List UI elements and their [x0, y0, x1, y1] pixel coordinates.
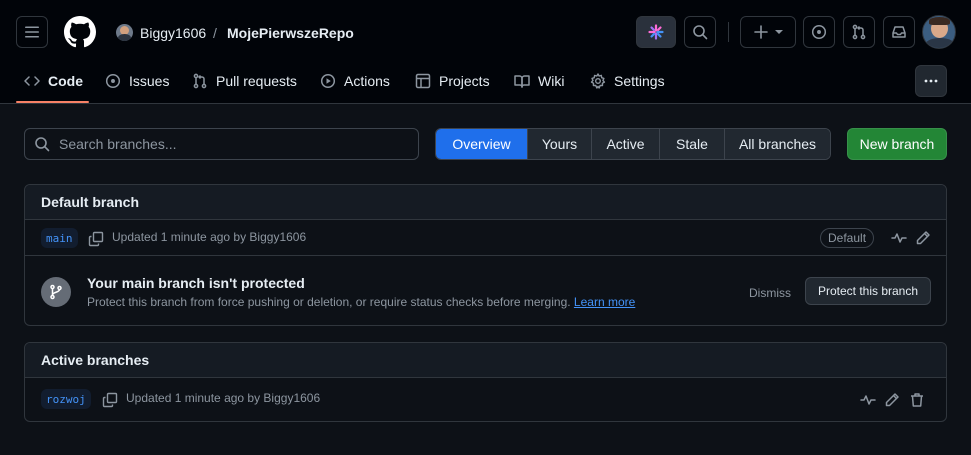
active-branches-heading: Active branches — [25, 343, 946, 378]
learn-more-link[interactable]: Learn more — [574, 295, 635, 309]
pull-requests-button[interactable] — [843, 16, 875, 48]
pull-request-icon — [193, 73, 207, 89]
hamburger-icon — [25, 26, 39, 38]
protection-warning-text: Protect this branch from force pushing o… — [87, 295, 635, 309]
branch-name-link[interactable]: rozwoj — [41, 389, 91, 409]
protection-description: Protect this branch from force pushing o… — [87, 295, 571, 309]
header-divider — [728, 22, 729, 42]
search-button[interactable] — [684, 16, 716, 48]
more-options-button[interactable] — [915, 65, 947, 97]
user-avatar[interactable] — [922, 15, 956, 49]
create-new-button[interactable] — [740, 16, 796, 48]
dismiss-button[interactable]: Dismiss — [749, 286, 791, 300]
activity-icon[interactable] — [860, 392, 876, 408]
table-row: main Updated 1 minute ago by Biggy1606 D… — [25, 220, 946, 256]
app-header: Biggy1606 / MojePierwszeRepo Code Issues… — [0, 0, 971, 104]
tab-code[interactable]: Code — [24, 64, 83, 98]
github-logo-icon[interactable] — [64, 16, 96, 48]
search-branches-input[interactable]: Search branches... — [24, 128, 419, 160]
tab-actions[interactable]: Actions — [320, 64, 390, 98]
tab-issues[interactable]: Issues — [105, 64, 169, 98]
branch-name-link[interactable]: main — [41, 228, 78, 248]
trash-icon[interactable] — [909, 392, 925, 408]
breadcrumb-separator: / — [213, 25, 217, 41]
pencil-icon[interactable] — [884, 392, 900, 408]
tab-projects[interactable]: Projects — [415, 64, 490, 98]
filter-active[interactable]: Active — [591, 129, 659, 159]
search-placeholder: Search branches... — [59, 136, 177, 152]
tab-pull-requests-label: Pull requests — [216, 73, 297, 89]
plus-icon — [754, 25, 768, 39]
copilot-sparkle-icon — [648, 24, 664, 40]
default-branch-box: Default branch main Updated 1 minute ago… — [24, 184, 947, 326]
repo-link[interactable]: MojePierwszeRepo — [227, 24, 354, 42]
git-branch-icon — [50, 284, 62, 300]
tab-wiki[interactable]: Wiki — [514, 64, 564, 98]
default-badge: Default — [820, 228, 875, 248]
tab-settings[interactable]: Settings — [590, 64, 665, 98]
branch-updated-text: Updated 1 minute ago by Biggy1606 — [126, 391, 321, 405]
inbox-icon — [892, 26, 906, 38]
kebab-horizontal-icon — [924, 79, 938, 83]
branch-updated-text: Updated 1 minute ago by Biggy1606 — [112, 230, 307, 244]
active-branches-box: Active branches rozwoj Updated 1 minute … — [24, 342, 947, 422]
tab-actions-label: Actions — [344, 73, 390, 89]
activity-icon[interactable] — [891, 230, 907, 246]
new-branch-button[interactable]: New branch — [847, 128, 947, 160]
issue-icon — [105, 73, 121, 89]
search-icon — [35, 137, 50, 152]
selected-tab-indicator — [16, 101, 89, 103]
play-icon — [320, 73, 336, 89]
owner-link[interactable]: Biggy1606 — [140, 24, 206, 42]
caret-down-icon — [775, 30, 783, 34]
branch-filter-segmented-control: Overview Yours Active Stale All branches — [435, 128, 831, 160]
copy-icon[interactable] — [88, 231, 104, 247]
filter-stale[interactable]: Stale — [659, 129, 724, 159]
owner-avatar[interactable] — [116, 24, 133, 41]
issue-icon — [811, 24, 827, 40]
pencil-icon[interactable] — [915, 230, 931, 246]
tab-settings-label: Settings — [614, 73, 665, 89]
search-icon — [693, 25, 708, 40]
copilot-button[interactable] — [636, 16, 676, 48]
book-icon — [514, 75, 530, 88]
code-icon — [24, 76, 40, 86]
tab-code-label: Code — [48, 73, 83, 89]
menu-button[interactable] — [16, 16, 48, 48]
tab-issues-label: Issues — [129, 73, 170, 89]
inbox-button[interactable] — [883, 16, 915, 48]
tab-pull-requests[interactable]: Pull requests — [192, 64, 297, 98]
tab-wiki-label: Wiki — [538, 73, 565, 89]
filter-all-branches[interactable]: All branches — [724, 129, 830, 159]
table-icon — [415, 73, 431, 89]
filter-overview[interactable]: Overview — [436, 129, 527, 159]
copy-icon[interactable] — [102, 392, 118, 408]
branch-status-icon-circle — [41, 277, 71, 307]
protect-branch-button[interactable]: Protect this branch — [805, 277, 931, 305]
pull-request-icon — [852, 24, 866, 40]
gear-icon — [590, 73, 606, 89]
table-row: rozwoj Updated 1 minute ago by Biggy1606 — [25, 378, 946, 421]
tab-projects-label: Projects — [439, 73, 490, 89]
issues-button[interactable] — [803, 16, 835, 48]
filter-yours[interactable]: Yours — [527, 129, 591, 159]
default-branch-heading: Default branch — [25, 185, 946, 220]
protection-warning-title: Your main branch isn't protected — [87, 275, 305, 291]
